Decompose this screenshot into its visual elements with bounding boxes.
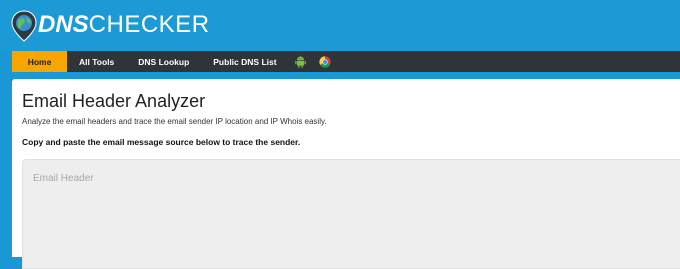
page-description: Analyze the email headers and trace the … <box>22 117 327 126</box>
nav-public-dns-list[interactable]: Public DNS List <box>201 51 288 72</box>
header-bar: DNS CHECKER <box>0 0 680 51</box>
logo-text-checker: CHECKER <box>88 11 210 38</box>
email-header-textarea[interactable]: Email Header <box>22 159 680 269</box>
instruction-text: Copy and paste the email message source … <box>22 137 301 147</box>
dnschecker-logo[interactable]: DNS CHECKER <box>11 8 210 42</box>
nav-home[interactable]: Home <box>12 51 67 72</box>
page-title: Email Header Analyzer <box>22 91 206 111</box>
chrome-icon[interactable] <box>313 51 337 72</box>
nav-all-tools[interactable]: All Tools <box>67 51 126 72</box>
android-icon[interactable] <box>289 51 313 72</box>
main-card: Email Header Analyzer Analyze the email … <box>12 79 680 269</box>
logo-text-dns: DNS <box>38 11 89 38</box>
nav-dns-lookup[interactable]: DNS Lookup <box>126 51 201 72</box>
main-nav: Home All Tools DNS Lookup Public DNS Lis… <box>12 51 680 72</box>
textarea-placeholder: Email Header <box>33 173 94 184</box>
globe-pin-icon <box>11 10 37 42</box>
